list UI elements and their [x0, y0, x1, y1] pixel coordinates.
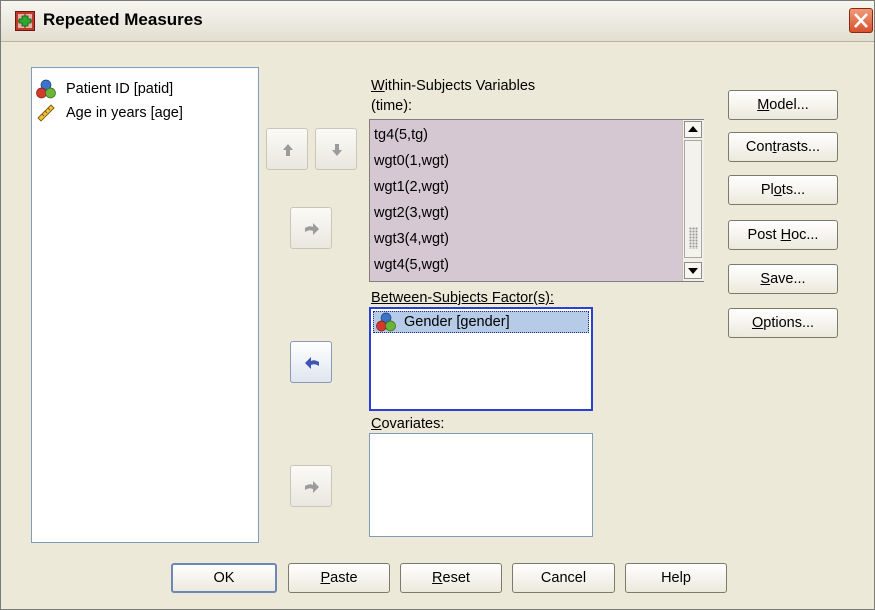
between-subjects-label: Between-Subjects Factor(s):	[371, 290, 554, 306]
move-down-button[interactable]	[315, 128, 357, 170]
post-hoc-button[interactable]: Post Hoc...	[728, 220, 838, 250]
within-subjects-list[interactable]: tg4(5,tg) wgt0(1,wgt) wgt1(2,wgt) wgt2(3…	[369, 119, 704, 282]
cancel-button[interactable]: Cancel	[512, 563, 615, 593]
source-variable-list[interactable]: Patient ID [patid] Age in years [age]	[31, 67, 259, 543]
ok-button[interactable]: OK	[171, 563, 277, 593]
scroll-up-button[interactable]	[684, 121, 702, 138]
move-to-covariates-button[interactable]	[290, 465, 332, 507]
within-item[interactable]: wgt0(1,wgt)	[374, 148, 449, 174]
triangle-up-icon	[688, 126, 698, 132]
paste-button[interactable]: Paste	[288, 563, 390, 593]
within-item[interactable]: wgt2(3,wgt)	[374, 200, 449, 226]
save-button[interactable]: Save...	[728, 264, 838, 294]
window-title: Repeated Measures	[43, 10, 203, 29]
options-button[interactable]: Options...	[728, 308, 838, 338]
within-scrollbar[interactable]	[682, 120, 704, 281]
plots-button[interactable]: Plots...	[728, 175, 838, 205]
move-up-button[interactable]	[266, 128, 308, 170]
within-item[interactable]: tg4(5,tg)	[374, 122, 428, 148]
arrow-up-icon	[283, 144, 293, 156]
scroll-down-button[interactable]	[684, 262, 702, 279]
close-button[interactable]	[849, 8, 873, 33]
grip-icon	[689, 227, 698, 249]
within-item[interactable]: wgt1(2,wgt)	[374, 174, 449, 200]
covariates-label-text: ovariates:	[381, 416, 445, 432]
within-item[interactable]: wgt4(5,wgt)	[374, 252, 449, 278]
spss-dialog-icon	[15, 11, 35, 31]
nominal-icon	[376, 312, 396, 332]
arrow-left-icon	[305, 357, 319, 369]
list-item-gender[interactable]: Gender [gender]	[373, 311, 589, 333]
covariates-label: Covariates:	[371, 416, 445, 432]
title-bar: Repeated Measures	[1, 1, 874, 42]
within-item[interactable]: wgt3(4,wgt)	[374, 226, 449, 252]
arrow-down-icon	[332, 144, 342, 156]
within-subjects-label-line2: (time):	[371, 98, 413, 114]
reset-button[interactable]: Reset	[400, 563, 502, 593]
contrasts-button[interactable]: Contrasts...	[728, 132, 838, 162]
repeated-measures-dialog: Repeated Measures Patient ID [patid] Age…	[0, 0, 875, 610]
arrow-right-icon	[305, 481, 319, 493]
within-subjects-label: Within-Subjects Variables	[371, 78, 536, 94]
nominal-icon	[36, 79, 56, 99]
close-icon	[854, 13, 868, 28]
scale-ruler-icon	[37, 104, 55, 122]
arrow-right-icon	[305, 223, 319, 235]
list-item-label: Age in years [age]	[66, 105, 183, 121]
scroll-thumb[interactable]	[684, 140, 702, 258]
between-subjects-list[interactable]: Gender [gender]	[369, 307, 593, 411]
triangle-down-icon	[688, 268, 698, 274]
help-button[interactable]: Help	[625, 563, 727, 593]
covariates-list[interactable]	[369, 433, 593, 537]
model-button[interactable]: Model...	[728, 90, 838, 120]
list-item-label: Patient ID [patid]	[66, 81, 174, 97]
move-to-within-button[interactable]	[290, 207, 332, 249]
move-from-between-button[interactable]	[290, 341, 332, 383]
list-item-label: Gender [gender]	[404, 314, 510, 330]
